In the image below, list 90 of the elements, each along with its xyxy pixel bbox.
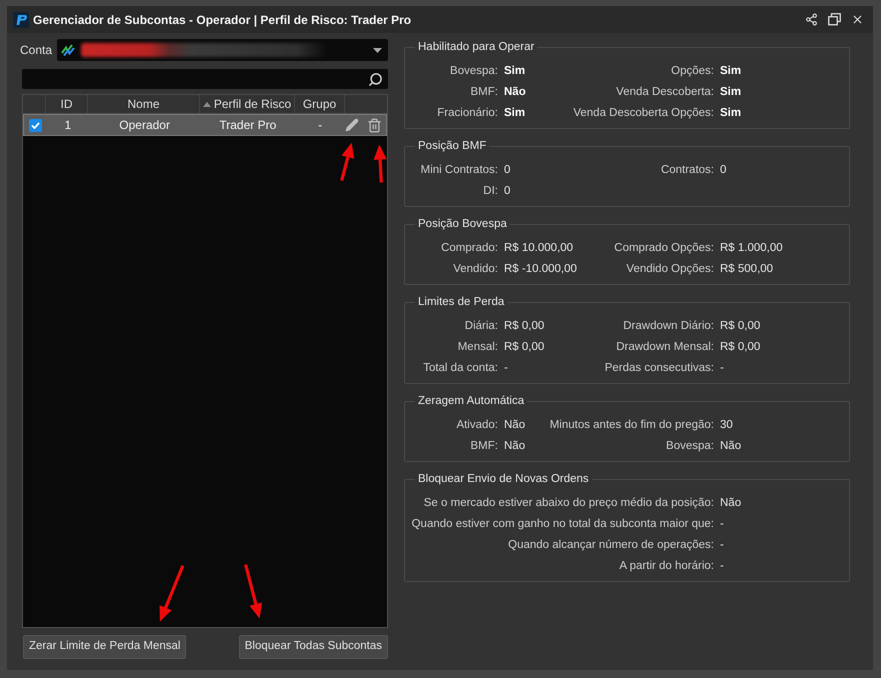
column-header[interactable]: Perfil de Risco: [200, 95, 295, 113]
field-label: Drawdown Diário:: [623, 318, 714, 334]
field-value: Não: [720, 496, 742, 511]
group-title: Habilitado para Operar: [417, 40, 536, 55]
checkmark-icon: [30, 122, 40, 128]
field-value: Sim: [720, 106, 742, 121]
field-label: Total da conta:: [422, 360, 498, 376]
field-value: R$ 0,00: [504, 340, 546, 355]
field-value: 30: [720, 418, 734, 433]
field-value: Não: [720, 438, 742, 454]
field-value: -: [720, 516, 725, 532]
window-title: Gerenciador de Subcontas - Operador | Perfil de Risco: Trader Pro: [33, 12, 412, 28]
field-value: -: [720, 558, 725, 574]
field-label: Se o mercado estiver abaixo do preço médio da posição:: [422, 496, 714, 511]
field-label: Contratos:: [660, 162, 714, 178]
field-label: DI:: [482, 184, 498, 199]
table-row[interactable]: 1 Operador Trader Pro -: [23, 114, 387, 136]
table-cell-text: Trader Pro: [218, 117, 278, 134]
field-label: Opções:: [671, 64, 714, 79]
annotation-arrow: [244, 563, 264, 621]
field-label: A partir do horário:: [618, 558, 714, 574]
caret-down-icon: [373, 48, 382, 52]
column-header[interactable]: ID: [46, 95, 88, 113]
field-value: Sim: [504, 106, 526, 121]
field-value: Não: [504, 418, 526, 433]
field-label: Bovespa:: [666, 438, 714, 454]
group-title: Limites de Perda: [417, 295, 506, 310]
field-value: -: [504, 360, 509, 376]
share-icon[interactable]: [805, 13, 818, 26]
restore-window-icon[interactable]: [828, 13, 841, 26]
group-title: Bloquear Envio de Novas Ordens: [417, 472, 590, 487]
table-cell-text: -: [317, 117, 324, 134]
column-header[interactable]: Nome: [88, 95, 200, 113]
field-label: Vendido:: [452, 262, 498, 277]
field-value: R$ -10.000,00: [504, 262, 578, 277]
field-label: Mensal:: [456, 340, 498, 355]
field-value: -: [720, 360, 725, 376]
field-value: R$ 0,00: [720, 318, 762, 334]
field-value: Sim: [720, 64, 742, 79]
group-title: Posição BMF: [417, 139, 488, 154]
field-label: BMF:: [470, 438, 498, 454]
field-label: Venda Descoberta Opções:: [573, 106, 714, 121]
field-value: Não: [504, 84, 527, 100]
field-label: Comprado:: [440, 240, 498, 256]
action-button[interactable]: Bloquear Todas Subcontas: [238, 635, 388, 659]
pencil-icon[interactable]: [345, 118, 359, 132]
action-button[interactable]: Zerar Limite de Perda Mensal: [23, 635, 186, 659]
close-icon[interactable]: [851, 13, 864, 26]
field-label: Bovespa:: [449, 64, 498, 79]
table-cell-text: Operador: [118, 117, 171, 134]
field-label: Venda Descoberta:: [616, 84, 714, 100]
field-value: Não: [504, 438, 526, 454]
field-label: Conta: [20, 42, 54, 59]
field-value: 0: [504, 184, 512, 199]
column-header[interactable]: Grupo: [295, 95, 345, 113]
field-label: Fracionário:: [436, 106, 498, 121]
field-label: Quando estiver com ganho no total da subconta maior que:: [410, 516, 714, 532]
app-logo-icon: [13, 12, 29, 28]
search-field[interactable]: [22, 69, 388, 89]
field-value: R$ 500,00: [720, 262, 774, 277]
field-label: Vendido Opções:: [626, 262, 714, 277]
field-label: Minutos antes do fim do pregão:: [550, 418, 714, 433]
field-label: Diária:: [464, 318, 498, 334]
field-label: BMF:: [470, 84, 498, 100]
search-icon[interactable]: [368, 72, 383, 86]
account-dropdown[interactable]: [57, 39, 388, 61]
zigzag-logo-icon: [61, 44, 75, 56]
group-title: Posição Bovespa: [417, 217, 508, 232]
annotation-arrow: [158, 564, 185, 624]
field-label: Drawdown Mensal:: [616, 340, 714, 355]
field-label: Ativado:: [455, 418, 498, 433]
annotation-arrow: [372, 143, 388, 185]
field-value: R$ 1.000,00: [720, 240, 784, 256]
field-value: 0: [504, 162, 512, 178]
field-label: Quando alcançar número de operações:: [507, 538, 714, 553]
field-value: R$ 0,00: [720, 340, 762, 355]
field-label: Perdas consecutivas:: [604, 360, 714, 376]
field-value: R$ 10.000,00: [504, 240, 574, 256]
field-value: Sim: [504, 64, 526, 79]
group-title: Zeragem Automática: [417, 394, 526, 409]
field-label: Comprado Opções:: [614, 240, 714, 256]
field-value: -: [720, 538, 725, 553]
trash-icon[interactable]: [367, 118, 382, 132]
field-label: Mini Contratos:: [420, 162, 498, 178]
field-value: 0: [720, 162, 728, 178]
field-value: R$ 0,00: [504, 318, 546, 334]
field-value: Sim: [720, 84, 742, 100]
table-cell-text: 1: [64, 117, 72, 134]
annotation-arrow: [340, 141, 356, 183]
row-checkbox[interactable]: [28, 118, 42, 132]
